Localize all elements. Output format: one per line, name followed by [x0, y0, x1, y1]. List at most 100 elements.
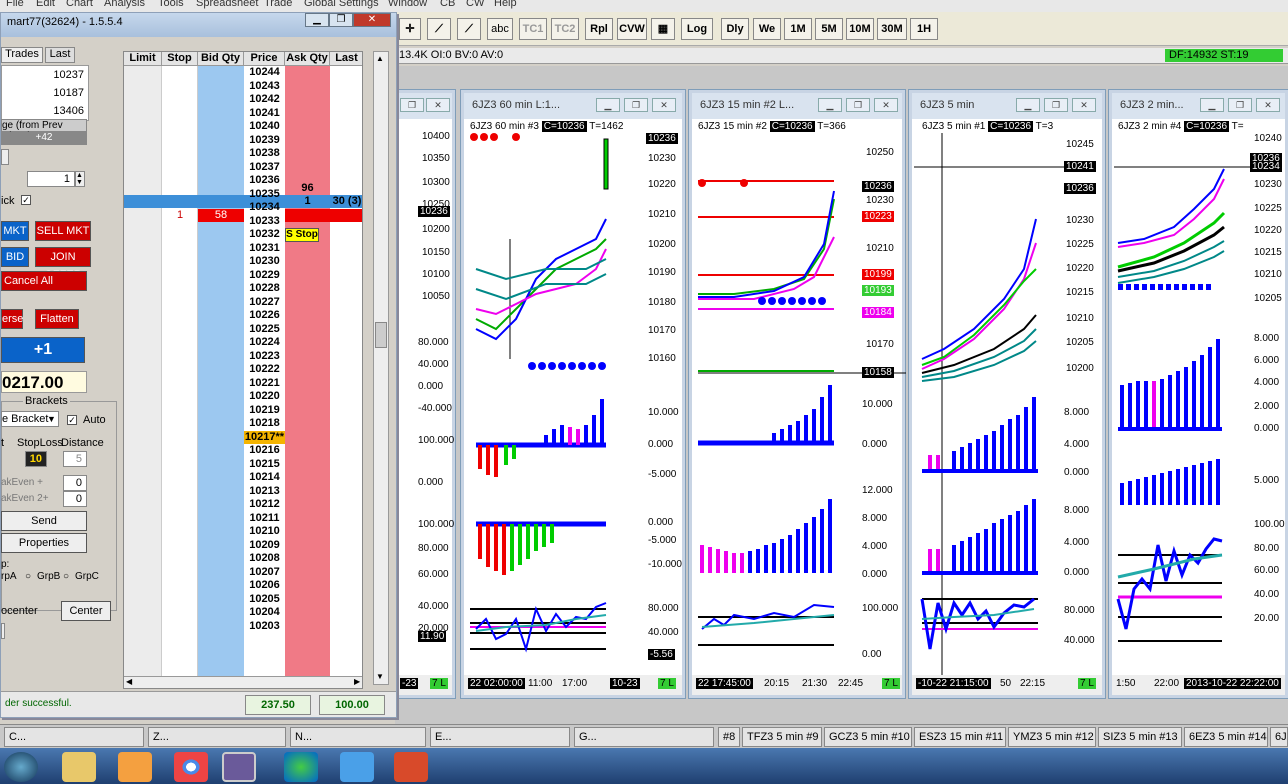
window-tab[interactable]: 6JZ [1270, 727, 1288, 747]
chrome-icon[interactable] [174, 752, 208, 782]
window-tab[interactable]: 6EZ3 5 min #14 [1184, 727, 1268, 747]
recenter-label[interactable]: ocenter [1, 605, 38, 617]
stop-column[interactable] [162, 66, 198, 688]
chart-window-6jz3-5min[interactable]: 6JZ3 5 min ▁ ❐ ✕ 6JZ3 5 min #1 C=10236 T… [908, 89, 1106, 699]
menu-chart[interactable]: Chart [66, 0, 93, 9]
close-icon[interactable]: ✕ [1072, 98, 1096, 112]
properties-button[interactable]: Properties [1, 533, 87, 553]
tc2-button[interactable]: TC2 [551, 18, 579, 40]
close-icon[interactable]: ✕ [353, 13, 391, 27]
quantity-stepper[interactable]: ▲ ▼ [75, 171, 85, 187]
menu-cb[interactable]: CB [440, 0, 455, 9]
close-icon[interactable]: ✕ [1256, 98, 1280, 112]
stoploss-field[interactable]: 10 [25, 451, 47, 467]
vertical-scrollbar[interactable]: ▲ ▼ [373, 51, 389, 685]
5m-button[interactable]: 5M [815, 18, 843, 40]
flatten-button[interactable]: Flatten [35, 309, 79, 329]
sell-mkt-button[interactable]: SELL MKT [35, 221, 91, 241]
1m-button[interactable]: 1M [784, 18, 812, 40]
center-button[interactable]: Center [61, 601, 111, 621]
misc-button[interactable] [1, 623, 5, 639]
group-option-c[interactable]: GrpC [75, 571, 99, 582]
grid-icon[interactable]: ▦ [651, 18, 675, 40]
10m-button[interactable]: 10M [846, 18, 874, 40]
click-trade-checkbox[interactable]: ✓ [21, 195, 31, 205]
close-icon[interactable]: ✕ [874, 98, 898, 112]
restore-icon[interactable]: ❐ [624, 98, 648, 112]
ask-column[interactable] [285, 66, 330, 688]
powerpoint-icon[interactable] [394, 752, 428, 782]
minimize-icon[interactable]: ▁ [818, 98, 842, 112]
restore-icon[interactable]: ❐ [400, 98, 424, 112]
reverse-button[interactable]: erse [1, 309, 23, 329]
minimize-icon[interactable]: ▁ [596, 98, 620, 112]
tab-last[interactable]: Last [45, 47, 75, 63]
restore-icon[interactable]: ❐ [329, 13, 353, 27]
daily-button[interactable]: Dly [721, 18, 749, 40]
text-tool-button[interactable]: abc [487, 18, 513, 40]
group-option-b[interactable]: GrpB [37, 571, 60, 582]
scroll-thumb[interactable] [375, 322, 387, 348]
menu-tools[interactable]: Tools [158, 0, 184, 9]
media-player-icon[interactable] [118, 752, 152, 782]
breakeven-field[interactable]: 0 [63, 475, 87, 491]
cvw-button[interactable]: CVW [617, 18, 647, 40]
price-ladder[interactable]: Limit Stop Bid Qty Price Ask Qty Last 10… [123, 51, 363, 689]
menu-spreadsheet[interactable]: Spreadsheet [196, 0, 258, 9]
window-tab[interactable]: #8 [718, 727, 740, 747]
log-scale-button[interactable]: Log [681, 18, 713, 40]
window-tab[interactable]: E... [430, 727, 570, 747]
window-tab[interactable]: SIZ3 5 min #13 [1098, 727, 1182, 747]
dom-window[interactable]: mart77(32624) - 1.5.5.4 ▁ ❐ ✕ Trades Las… [0, 12, 397, 718]
menu-global-settings[interactable]: Global Settings [304, 0, 379, 9]
minimize-icon[interactable]: ▁ [1016, 98, 1040, 112]
chart-window-hidden[interactable]: ❐ ✕ 10400 10350 10300 10250 10236 10200 … [392, 89, 456, 699]
30m-button[interactable]: 30M [877, 18, 907, 40]
buy-bid-button[interactable]: BID [1, 247, 29, 267]
restore-icon[interactable]: ❐ [1044, 98, 1068, 112]
radio-icon[interactable]: ○ [25, 571, 31, 582]
menu-file[interactable]: File [6, 0, 24, 9]
distance-field[interactable]: 5 [63, 451, 87, 467]
group-option-a[interactable]: rpA [1, 571, 17, 582]
scroll-left-icon[interactable]: ◀ [126, 677, 132, 686]
menu-cw[interactable]: CW [466, 0, 484, 9]
auto-checkbox[interactable]: ✓ [67, 415, 77, 425]
internet-explorer-icon[interactable] [340, 752, 374, 782]
window-tab[interactable]: YMZ3 5 min #12 [1008, 727, 1096, 747]
menu-trade[interactable]: Trade [264, 0, 292, 9]
radio-icon[interactable]: ○ [63, 571, 69, 582]
explorer-icon[interactable] [62, 752, 96, 782]
menu-analysis[interactable]: Analysis [104, 0, 145, 9]
chart-window-6jz3-60min[interactable]: 6JZ3 60 min L:1... ▁ ❐ ✕ 6JZ3 60 min #3 … [460, 89, 686, 699]
window-tab[interactable]: Z... [148, 727, 286, 747]
scroll-up-icon[interactable]: ▲ [376, 54, 384, 63]
close-icon[interactable]: ✕ [426, 98, 450, 112]
crosshair-icon[interactable]: ✛ [399, 18, 421, 40]
weekly-button[interactable]: We [753, 18, 781, 40]
window-tab[interactable]: GCZ3 5 min #10 [824, 727, 912, 747]
stop-order-marker[interactable]: S Stop [285, 228, 319, 242]
tab-trades[interactable]: Trades [1, 47, 43, 63]
join-offer-button[interactable]: JOIN OFFER [35, 247, 91, 281]
breakeven2-field[interactable]: 0 [63, 491, 87, 507]
minimize-icon[interactable]: ▁ [305, 13, 329, 27]
restore-icon[interactable]: ❐ [1228, 98, 1252, 112]
chart-window-6jz3-15min[interactable]: 6JZ3 15 min #2 L... ▁ ❐ ✕ 6JZ3 15 min #2… [688, 89, 906, 699]
window-tab[interactable]: C... [4, 727, 144, 747]
send-bracket-button[interactable]: Send BracketOrd [1, 511, 87, 545]
chevron-down-icon[interactable]: ▼ [47, 412, 59, 426]
tc1-button[interactable]: TC1 [519, 18, 547, 40]
menu-window[interactable]: Window [388, 0, 427, 9]
restore-icon[interactable]: ❐ [846, 98, 870, 112]
quantity-field[interactable]: 1 [27, 171, 75, 187]
window-tab[interactable]: N... [290, 727, 426, 747]
misc-button[interactable] [1, 149, 9, 165]
globe-icon[interactable] [284, 752, 318, 782]
close-icon[interactable]: ✕ [652, 98, 676, 112]
line-tool-icon[interactable]: ⟋ [427, 18, 451, 40]
cancel-all-button[interactable]: Cancel All [1, 271, 87, 291]
app-icon[interactable] [222, 752, 256, 782]
limit-column[interactable] [124, 66, 162, 688]
window-tab[interactable]: G... [574, 727, 714, 747]
